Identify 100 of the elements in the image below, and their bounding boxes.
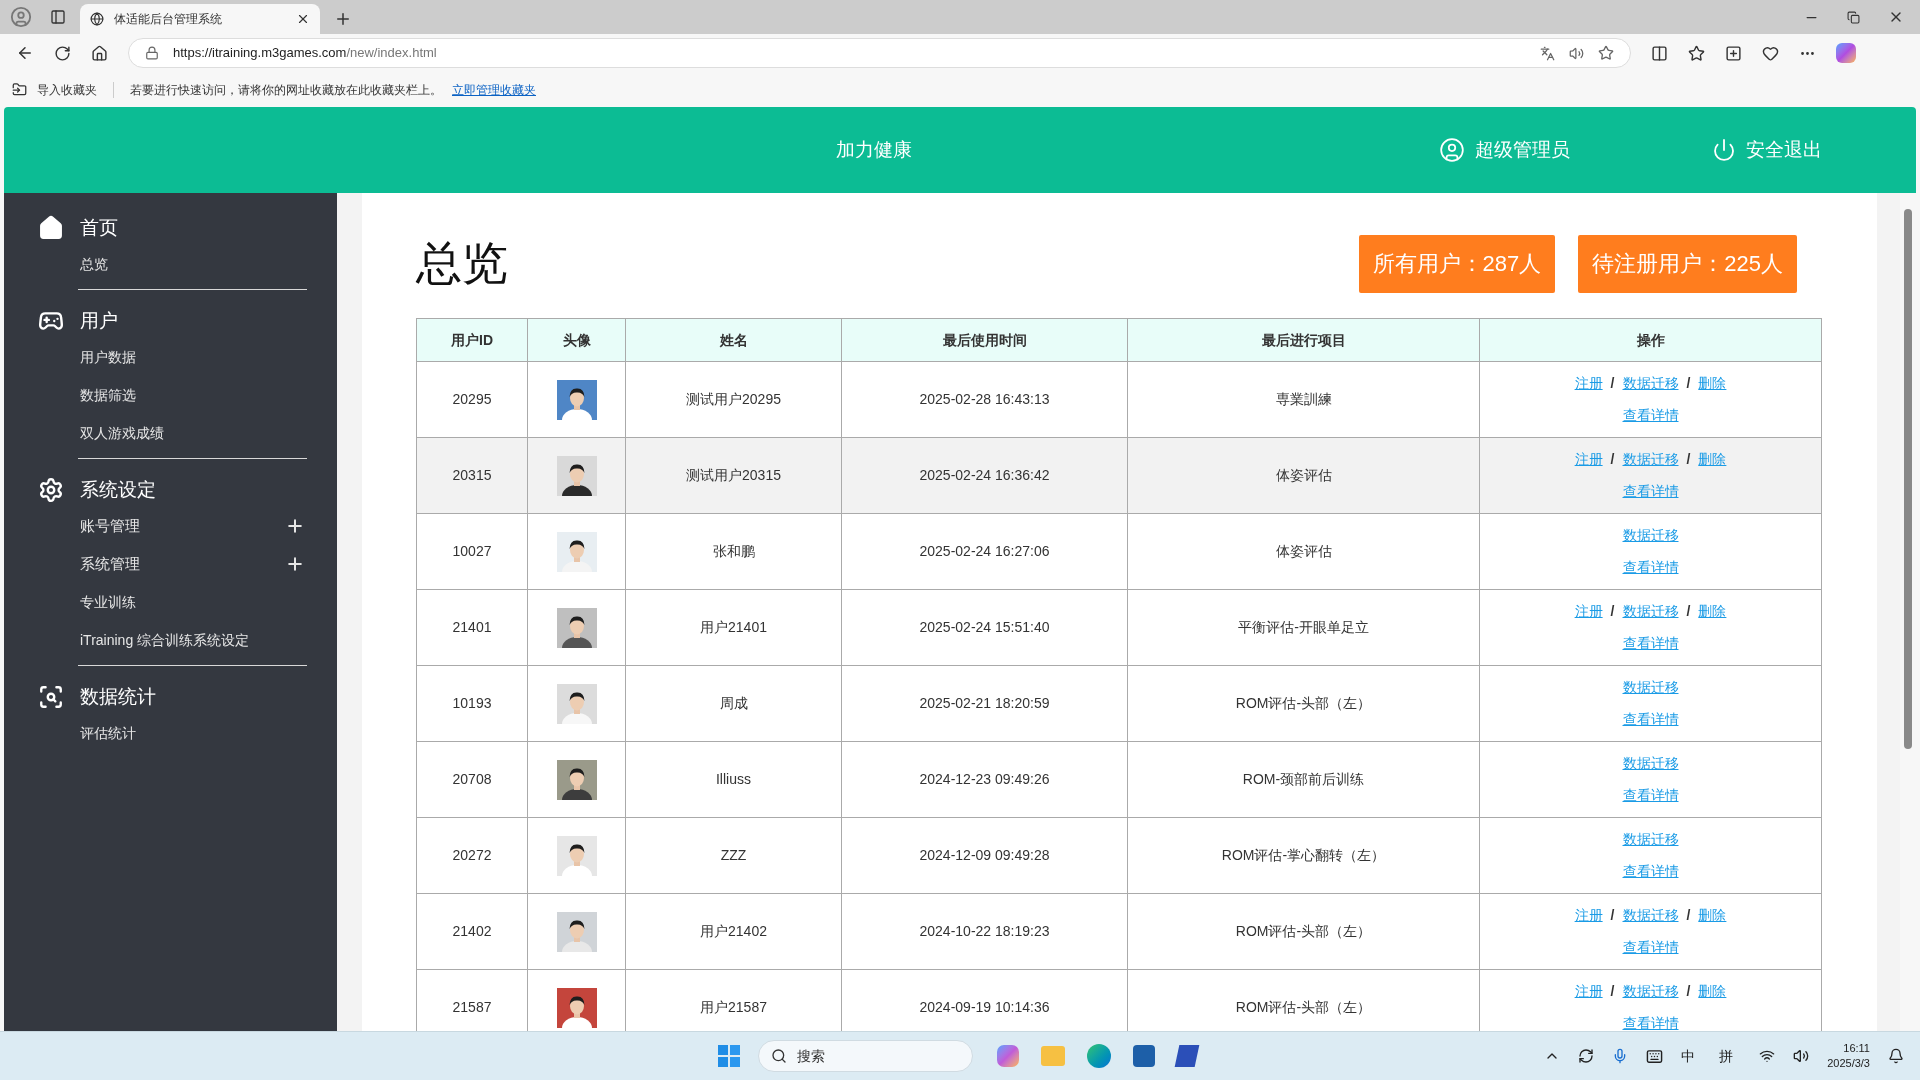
magnifier-icon [38, 684, 64, 710]
restore-icon[interactable] [1847, 10, 1860, 24]
action-link[interactable]: 查看详情 [1622, 861, 1679, 882]
browser-app-icon[interactable] [1087, 1044, 1111, 1068]
action-link[interactable]: 注册 [1574, 981, 1603, 1002]
user-name[interactable]: 超级管理员 [1475, 135, 1570, 165]
action-link[interactable]: 删除 [1698, 601, 1727, 622]
profile-icon[interactable] [10, 6, 32, 28]
sync-icon[interactable] [1578, 1048, 1595, 1064]
browser-tab[interactable]: 体适能后台管理系统 [80, 4, 320, 34]
action-link[interactable]: 数据迁移 [1622, 601, 1679, 622]
action-link[interactable]: 数据迁移 [1622, 753, 1679, 774]
separator-text: / [1686, 450, 1691, 469]
sidebar-section-title[interactable]: 首页 [80, 213, 118, 243]
store-app-icon[interactable] [1133, 1045, 1155, 1067]
table-cell: 周成 [625, 665, 842, 742]
action-link[interactable]: 注册 [1574, 373, 1603, 394]
tab-actions-icon[interactable] [50, 9, 66, 25]
wifi-icon[interactable] [1759, 1048, 1776, 1064]
action-link[interactable]: 数据迁移 [1622, 525, 1679, 546]
sidebar-section-title[interactable]: 系统设定 [80, 475, 156, 505]
home-icon[interactable] [91, 44, 108, 62]
separator-text: / [1686, 602, 1691, 621]
action-link[interactable]: 查看详情 [1622, 709, 1679, 730]
ime-indicator[interactable]: 拼 [1719, 1045, 1734, 1067]
action-link[interactable]: 注册 [1574, 601, 1603, 622]
favorites-icon[interactable] [1688, 44, 1705, 62]
import-favorites-link[interactable]: 导入收藏夹 [37, 80, 97, 99]
collections-icon[interactable] [1725, 44, 1742, 62]
table-cell: 20295 [416, 361, 528, 438]
action-link[interactable]: 查看详情 [1622, 633, 1679, 654]
sidebar-item[interactable]: 评估统计 [80, 722, 136, 744]
stat-badge: 待注册用户：225人 [1578, 234, 1797, 293]
table-cell: ZZZ [625, 817, 842, 894]
expand-icon[interactable] [285, 516, 305, 536]
separator-text: / [1610, 602, 1615, 621]
column-header: 最后使用时间 [841, 318, 1128, 362]
start-icon[interactable] [718, 1045, 740, 1067]
column-header: 头像 [527, 318, 626, 362]
close-icon[interactable] [296, 12, 310, 26]
table-cell: 専業訓練 [1127, 361, 1480, 438]
sidebar-section-title[interactable]: 用户 [80, 306, 118, 336]
volume-icon[interactable] [1793, 1048, 1810, 1064]
reload-icon[interactable] [54, 44, 71, 62]
url-text: https://itraining.m3games.com/new/index.html [173, 44, 438, 63]
action-link[interactable]: 删除 [1698, 981, 1727, 1002]
favorite-star-icon[interactable] [1598, 45, 1614, 61]
table-cell: 2025-02-28 16:43:13 [841, 361, 1128, 438]
table-cell: 2024-12-23 09:49:26 [841, 741, 1128, 818]
action-link[interactable]: 注册 [1574, 449, 1603, 470]
back-icon[interactable] [16, 44, 34, 62]
keyboard-icon[interactable] [1646, 1047, 1664, 1065]
action-link[interactable]: 查看详情 [1622, 557, 1679, 578]
sidebar-item[interactable]: 系统管理 [80, 552, 140, 576]
address-field[interactable]: https://itraining.m3games.com/new/index.html [128, 38, 1631, 68]
action-link[interactable]: 删除 [1698, 905, 1727, 926]
sidebar-item[interactable]: 总览 [80, 253, 108, 275]
sidebar-item[interactable]: 专业训练 [80, 591, 136, 613]
expand-icon[interactable] [285, 554, 305, 574]
sidebar-item[interactable]: 用户数据 [80, 346, 136, 368]
split-screen-icon[interactable] [1651, 44, 1668, 62]
sidebar-item[interactable]: 账号管理 [80, 514, 140, 538]
table-cell: 2025-02-24 15:51:40 [841, 589, 1128, 666]
globe-icon [90, 12, 104, 26]
new-tab-icon[interactable] [334, 10, 352, 28]
scrollbar[interactable] [1900, 193, 1916, 1031]
read-aloud-icon[interactable] [1569, 45, 1584, 61]
action-link[interactable]: 查看详情 [1622, 1013, 1679, 1031]
taskbar-search-field[interactable]: 搜索 [758, 1040, 973, 1072]
notification-icon[interactable] [1888, 1048, 1904, 1064]
action-link[interactable]: 查看详情 [1622, 937, 1679, 958]
logout-button[interactable]: 安全退出 [1712, 135, 1822, 165]
translate-icon[interactable] [1540, 45, 1555, 61]
separator-text: / [1610, 450, 1615, 469]
table-cell: 2024-10-22 18:19:23 [841, 893, 1128, 970]
separator-text: / [1610, 374, 1615, 393]
sidebar-item[interactable]: 数据筛选 [80, 384, 136, 406]
ime-mode[interactable]: 中 [1681, 1045, 1696, 1067]
action-link[interactable]: 数据迁移 [1622, 677, 1679, 698]
manage-favorites-link[interactable]: 立即管理收藏夹 [452, 80, 536, 99]
action-link[interactable]: 数据迁移 [1622, 449, 1679, 470]
action-link[interactable]: 数据迁移 [1622, 905, 1679, 926]
app-icon[interactable] [1174, 1045, 1200, 1067]
action-link[interactable]: 查看详情 [1622, 785, 1679, 806]
action-link[interactable]: 数据迁移 [1622, 373, 1679, 394]
heart-icon[interactable] [1762, 44, 1779, 62]
action-link[interactable]: 数据迁移 [1622, 829, 1679, 850]
action-link[interactable]: 删除 [1698, 373, 1727, 394]
action-link[interactable]: 数据迁移 [1622, 981, 1679, 1002]
action-link[interactable]: 查看详情 [1622, 405, 1679, 426]
sidebar-item[interactable]: iTraining 综合训练系统设定 [80, 629, 250, 651]
table-cell: 平衡评估-开眼单足立 [1127, 589, 1480, 666]
action-link[interactable]: 查看详情 [1622, 481, 1679, 502]
action-link[interactable]: 注册 [1574, 905, 1603, 926]
table-cell: 21401 [416, 589, 528, 666]
clock[interactable]: 16:11 2025/3/3 [1827, 1041, 1870, 1071]
sidebar-section-title[interactable]: 数据统计 [80, 682, 156, 712]
action-link[interactable]: 删除 [1698, 449, 1727, 470]
sidebar-item[interactable]: 双人游戏成绩 [80, 422, 164, 444]
page-title: 总览 [416, 236, 509, 291]
